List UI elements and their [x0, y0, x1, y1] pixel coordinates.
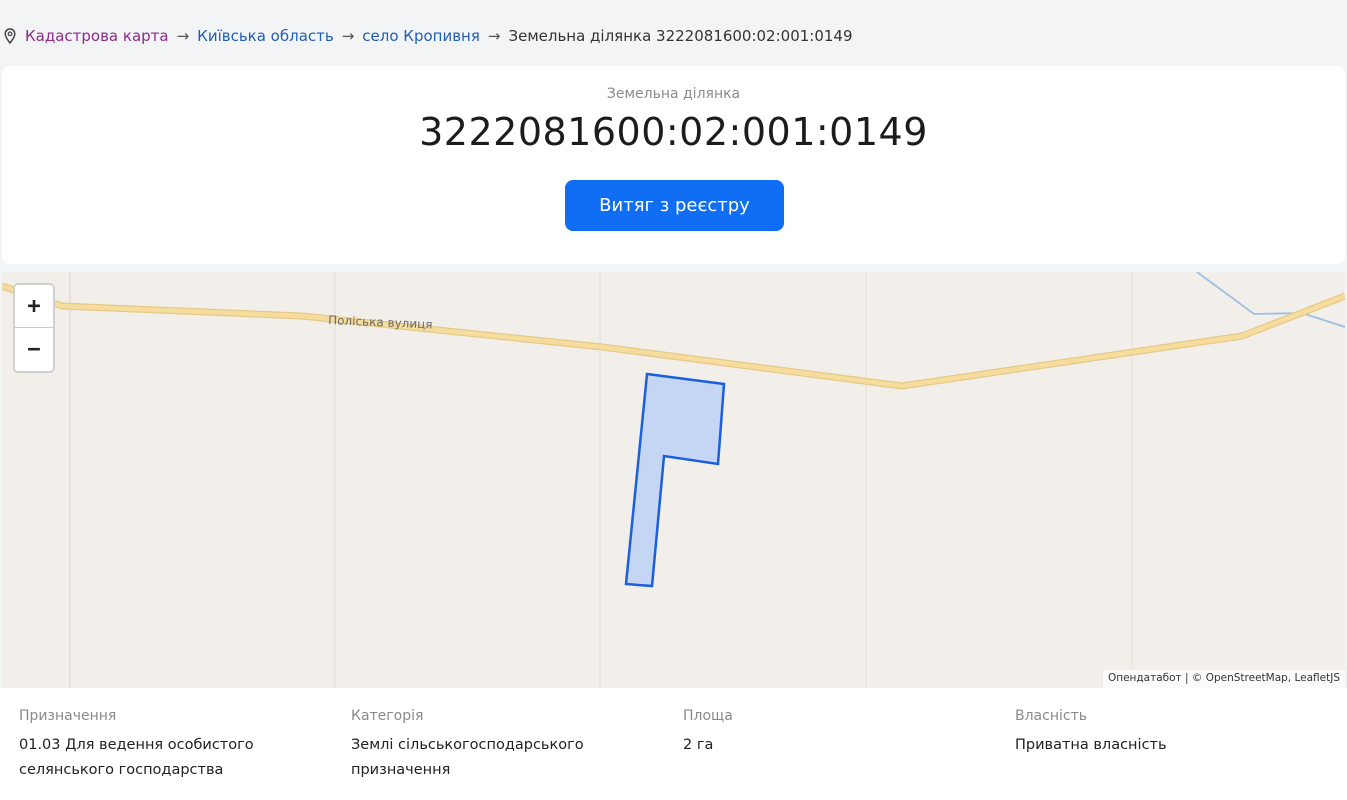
area-label: Площа: [683, 708, 733, 724]
breadcrumb: Кадастрова карта → Київська область → се…: [0, 24, 853, 48]
area-field: Площа 2 га: [683, 708, 983, 758]
ownership-label: Власність: [1015, 708, 1087, 724]
purpose-field: Призначення 01.03 Для ведення особистого…: [19, 708, 319, 783]
purpose-value-line: селянського господарства: [19, 762, 224, 778]
river-line: [1196, 272, 1345, 328]
breadcrumb-separator: →: [487, 27, 501, 45]
land-parcel: [624, 372, 726, 588]
breadcrumb-link-cadastral-map[interactable]: Кадастрова карта: [25, 27, 169, 45]
parcel-details: Призначення 01.03 Для ведення особистого…: [0, 688, 1347, 800]
parcel-header: Земельна ділянка 3222081600:02:001:0149 …: [2, 66, 1345, 264]
breadcrumb-separator: →: [176, 27, 190, 45]
map-attribution[interactable]: Опендатабот | © OpenStreetMap, LeafletJS: [1102, 670, 1345, 688]
street-line: [2, 282, 1345, 390]
area-value: 2 га: [683, 737, 714, 753]
category-field: Категорія Землі сільськогосподарського п…: [351, 708, 651, 783]
breadcrumb-current: Земельна ділянка 3222081600:02:001:0149: [508, 27, 853, 45]
breadcrumb-link-region[interactable]: Київська область: [197, 27, 334, 45]
breadcrumb-separator: →: [341, 27, 355, 45]
ownership-field: Власність Приватна власність: [1015, 708, 1315, 758]
street-label: Поліська вулиця: [328, 313, 433, 332]
category-value-line: призначення: [351, 762, 451, 778]
zoom-control: + −: [13, 283, 55, 373]
purpose-label: Призначення: [19, 708, 117, 724]
ownership-value: Приватна власність: [1015, 737, 1167, 753]
category-label: Категорія: [351, 708, 424, 724]
zoom-in-button[interactable]: +: [15, 285, 53, 328]
map-tiles: Поліська вулиця: [2, 272, 1345, 688]
purpose-value: 01.03 Для ведення особистого селянського…: [19, 733, 319, 783]
page-subtitle: Земельна ділянка: [606, 86, 741, 102]
registry-extract-button[interactable]: Витяг з реєстру: [565, 180, 784, 231]
page-title: 3222081600:02:001:0149: [419, 110, 928, 154]
location-pin-icon: [4, 28, 18, 44]
purpose-value-line: 01.03 Для ведення особистого: [19, 737, 254, 753]
category-value-line: Землі сільськогосподарського: [351, 737, 584, 753]
category-value: Землі сільськогосподарського призначення: [351, 733, 651, 783]
cadastral-map[interactable]: Поліська вулиця + − Опендатабот | © Open…: [2, 272, 1345, 688]
zoom-out-button[interactable]: −: [15, 328, 53, 371]
breadcrumb-link-village[interactable]: село Кропивня: [362, 27, 480, 45]
